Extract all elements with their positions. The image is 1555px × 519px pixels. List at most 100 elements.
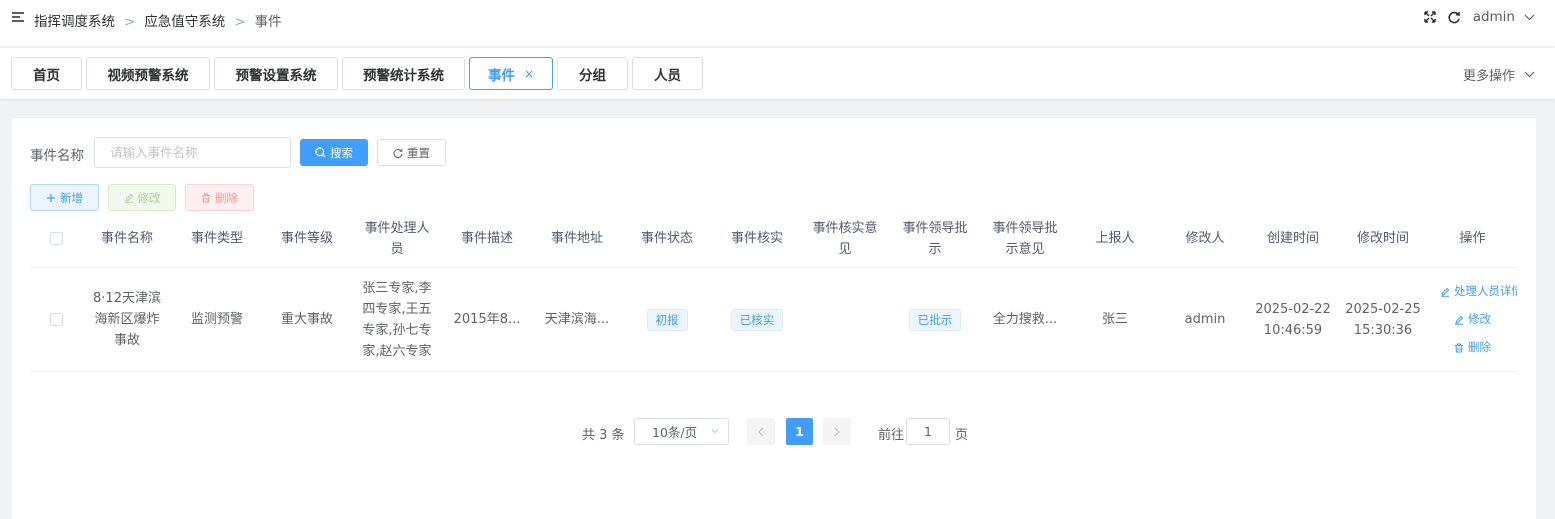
cell-leader-opinion: 全力搜救... [992, 312, 1058, 327]
page-suffix: 页 [955, 428, 969, 443]
breadcrumb-item-event: 事件 [254, 14, 282, 30]
tab-event-label: 事件 [487, 67, 515, 84]
column-header: 创建时间 [1266, 231, 1319, 246]
select-all-cell [30, 210, 82, 267]
goto-label: 前往 [878, 428, 905, 443]
plus-icon [47, 193, 55, 202]
chevron-down-icon [711, 429, 719, 434]
cell-operations: 处理人员详情 修改 删除 [1428, 268, 1517, 371]
add-button[interactable]: 新增 [30, 184, 99, 211]
column-header: 事件地址 [550, 231, 603, 246]
page-size-value: 10条/页 [652, 425, 698, 440]
breadcrumb-separator: > [234, 14, 246, 30]
cell-event-name: 8·12天津滨海新区爆炸事故 [93, 291, 161, 348]
edit-button[interactable]: 修改 [108, 184, 176, 211]
chevron-right-icon [834, 427, 840, 436]
delete-icon [1455, 343, 1463, 352]
table-row: 8·12天津滨海新区爆炸事故 监测预警 重大事故 张三专家,李四专家,王五专家,… [30, 268, 1517, 372]
fullscreen-icon[interactable] [1423, 11, 1436, 23]
breadcrumb-separator: > [124, 14, 136, 30]
handler-details-link[interactable]: 处理人员详情 [1440, 281, 1517, 302]
column-header: 事件处理人员 [364, 220, 430, 257]
column-header: 事件核实意见 [812, 220, 878, 257]
pagination-total: 共 3 条 [582, 428, 625, 443]
cell-leader-instruction: 已批示 [890, 268, 980, 371]
page-size-select[interactable]: 10条/页 [634, 418, 729, 445]
row-checkbox[interactable] [49, 313, 63, 326]
column-header: 事件名称 [100, 231, 153, 246]
row-edit-link[interactable]: 修改 [1454, 309, 1491, 330]
breadcrumb-item-command-system[interactable]: 指挥调度系统 [34, 14, 115, 30]
search-icon [315, 147, 326, 158]
tab-event[interactable]: 事件 × [469, 57, 553, 90]
breadcrumb-item-emergency-system[interactable]: 应急值守系统 [144, 14, 225, 30]
hamburger-icon[interactable] [12, 12, 24, 24]
cell-description: 2015年8... [453, 312, 521, 327]
select-all-checkbox[interactable] [49, 232, 63, 245]
delete-icon [202, 193, 210, 202]
table-header: 事件名称 事件类型 事件等级 事件处理人员 事件描述 事件地址 事件状态 事件核… [30, 210, 1517, 268]
cell-created-time: 2025-02-22 10:46:59 [1248, 268, 1338, 371]
cell-verify-opinion [800, 268, 890, 371]
navbar: 指挥调度系统 > 应急值守系统 > 事件 admin [0, 0, 1555, 47]
delete-button[interactable]: 删除 [185, 184, 254, 211]
close-icon[interactable]: × [524, 67, 534, 81]
verify-badge: 已核实 [730, 308, 784, 331]
column-header: 事件领导批示意见 [992, 220, 1058, 257]
reset-button[interactable]: 重置 [377, 139, 446, 166]
cell-verify: 已核实 [712, 268, 802, 371]
navbar-actions: admin [1423, 9, 1535, 25]
user-menu[interactable]: admin [1473, 9, 1535, 25]
cell-reporter: 张三 [1101, 312, 1128, 327]
edit-icon [1441, 287, 1450, 297]
modified-time: 15:30:36 [1353, 322, 1413, 338]
chevron-left-icon [758, 427, 764, 436]
cell-modified-time: 2025-02-25 15:30:36 [1338, 268, 1428, 371]
chevron-down-icon [1524, 71, 1535, 78]
next-page-button[interactable] [823, 418, 851, 445]
column-header: 事件领导批示 [902, 220, 968, 257]
edit-button-label: 修改 [137, 190, 161, 205]
refresh-icon [393, 148, 403, 158]
breadcrumb: 指挥调度系统 > 应急值守系统 > 事件 [34, 10, 282, 30]
pagination: 共 3 条 10条/页 1 前往 页 [0, 418, 1555, 446]
tab-video-warning[interactable]: 视频预警系统 [86, 57, 210, 90]
edit-icon [124, 193, 133, 203]
instruction-badge: 已批示 [908, 308, 962, 331]
created-time: 10:46:59 [1263, 322, 1323, 338]
modified-date: 2025-02-25 [1345, 301, 1421, 317]
search-button-label: 搜索 [330, 145, 353, 160]
search-button[interactable]: 搜索 [300, 139, 368, 166]
column-header: 事件描述 [460, 231, 513, 246]
tab-warning-stats[interactable]: 预警统计系统 [342, 57, 465, 90]
row-select-cell [30, 268, 82, 371]
cell-address: 天津滨海... [544, 312, 610, 327]
refresh-icon[interactable] [1448, 11, 1461, 24]
column-header: 事件状态 [640, 231, 693, 246]
tab-group[interactable]: 分组 [557, 57, 628, 90]
status-badge: 初报 [646, 308, 688, 331]
chevron-down-icon [1524, 14, 1535, 20]
created-date: 2025-02-22 [1255, 301, 1331, 317]
row-delete-link[interactable]: 删除 [1454, 337, 1491, 358]
delete-button-label: 删除 [215, 190, 238, 205]
column-header: 修改时间 [1356, 231, 1409, 246]
tab-warning-settings[interactable]: 预警设置系统 [214, 57, 338, 90]
page-number-current[interactable]: 1 [786, 418, 813, 445]
more-operations-label: 更多操作 [1462, 69, 1515, 84]
cell-handlers: 张三专家,李四专家,王五专家,孙七专家,赵六专家 [362, 280, 432, 359]
tab-personnel[interactable]: 人员 [632, 57, 703, 90]
event-name-search-input[interactable] [94, 137, 291, 168]
edit-icon [1455, 315, 1464, 325]
row-edit-label: 修改 [1468, 312, 1491, 326]
column-header: 上报人 [1095, 231, 1135, 246]
more-operations-dropdown[interactable]: 更多操作 [1463, 65, 1535, 84]
tab-home[interactable]: 首页 [11, 57, 82, 90]
username: admin [1472, 9, 1515, 25]
cell-event-type: 监测预警 [190, 312, 243, 327]
handler-details-label: 处理人员详情 [1454, 284, 1517, 298]
prev-page-button[interactable] [747, 418, 775, 445]
row-delete-label: 删除 [1468, 340, 1491, 354]
column-header: 事件等级 [280, 231, 333, 246]
goto-page-input[interactable] [906, 418, 950, 445]
